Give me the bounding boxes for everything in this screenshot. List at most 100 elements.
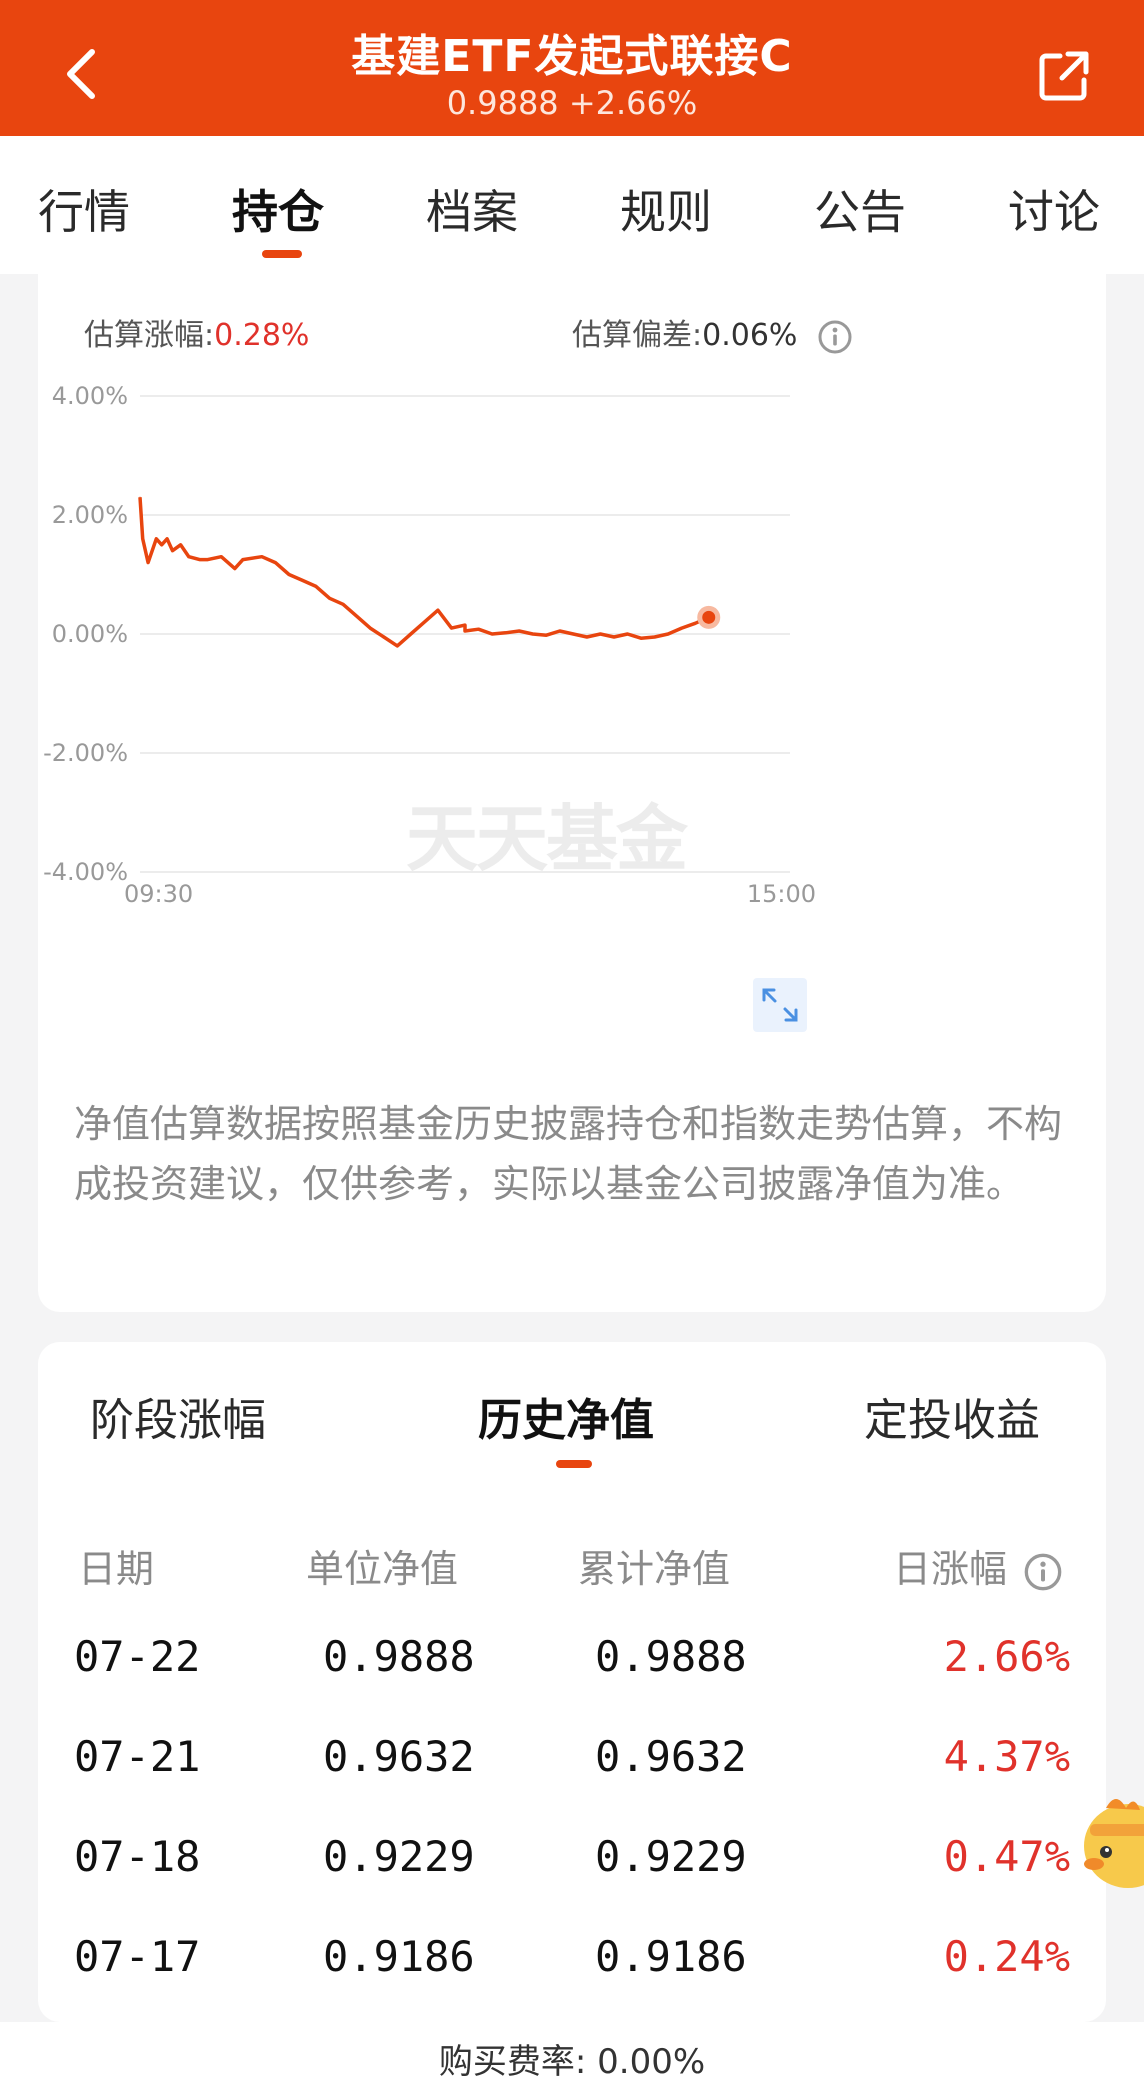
data-point xyxy=(199,559,201,561)
data-point xyxy=(155,538,157,540)
daily-change-label: 日涨幅 xyxy=(893,1547,1008,1591)
data-point xyxy=(180,544,182,546)
subtab-sip-return[interactable]: 定投收益 xyxy=(864,1384,1040,1448)
row-daily-change: 2.66% xyxy=(943,1632,1070,1681)
table-row[interactable]: 07-22 0.9888 0.9888 2.66% xyxy=(38,1632,1106,1732)
column-header-acc-nav: 累计净值 xyxy=(578,1547,731,1591)
row-unit-nav: 0.9888 xyxy=(323,1632,475,1681)
history-card: 阶段涨幅 历史净值 定投收益 日期 单位净值 累计净值 日涨幅 07-22 0.… xyxy=(38,1342,1106,2022)
estimate-series-line xyxy=(138,497,710,648)
footer-bar: 购买费率: 0.00% xyxy=(0,2022,1144,2093)
data-point xyxy=(161,544,163,546)
tab-profile[interactable]: 档案 xyxy=(426,176,518,242)
row-unit-nav: 0.9186 xyxy=(323,1932,475,1981)
row-date: 07-18 xyxy=(74,1832,201,1881)
data-point xyxy=(207,559,209,561)
fund-nav-summary: 0.9888 +2.66% xyxy=(0,84,1144,122)
data-point xyxy=(491,633,493,635)
nav-change: +2.66% xyxy=(568,84,698,122)
data-point xyxy=(423,621,425,623)
data-point xyxy=(450,627,452,629)
table-row[interactable]: 07-21 0.9632 0.9632 4.37% xyxy=(38,1732,1106,1832)
info-icon[interactable] xyxy=(817,319,853,355)
share-button[interactable] xyxy=(1032,44,1096,108)
data-point xyxy=(599,633,601,635)
data-point xyxy=(369,627,371,629)
latest-point-marker xyxy=(697,605,721,629)
data-point xyxy=(627,633,628,635)
row-acc-nav: 0.9888 xyxy=(595,1632,747,1681)
row-acc-nav: 0.9186 xyxy=(595,1932,747,1981)
tab-announcements[interactable]: 公告 xyxy=(814,176,906,242)
nav-value: 0.9888 xyxy=(446,84,559,122)
estimate-chart: 4.00% 2.00% 0.00% -2.00% -4.00% 09:30 15:00 天… xyxy=(43,382,816,1032)
info-icon[interactable] xyxy=(1023,1552,1063,1592)
row-acc-nav: 0.9632 xyxy=(595,1732,747,1781)
y-tick-label: 2.00% xyxy=(52,501,128,529)
estimate-disclaimer: 净值估算数据按照基金历史披露持仓和指数走势估算，不构成投资建议，仅供参考，实际以… xyxy=(74,1102,1063,1206)
x-tick-label: 15:00 xyxy=(747,880,816,908)
data-point xyxy=(329,597,331,599)
data-point xyxy=(545,634,547,636)
data-point xyxy=(654,636,656,638)
data-point xyxy=(172,550,173,552)
y-tick-label: -4.00% xyxy=(43,858,128,886)
estimate-deviation-value: 0.06% xyxy=(702,318,798,353)
estimate-change-label: 估算涨幅: xyxy=(84,318,215,353)
row-acc-nav: 0.9229 xyxy=(595,1832,747,1881)
tab-rules[interactable]: 规则 xyxy=(620,176,712,242)
tab-market[interactable]: 行情 xyxy=(38,176,130,242)
share-icon xyxy=(1039,51,1089,101)
data-point xyxy=(694,622,696,624)
data-point xyxy=(242,559,244,561)
data-point xyxy=(640,637,642,639)
expand-chart-button[interactable] xyxy=(753,978,807,1032)
mascot-assistant-icon[interactable] xyxy=(1076,1786,1144,1896)
data-point xyxy=(396,645,398,647)
data-point xyxy=(464,624,466,626)
data-point xyxy=(437,609,439,611)
y-tick-label: -2.00% xyxy=(43,739,128,767)
data-point xyxy=(356,615,358,617)
table-row[interactable]: 07-18 0.9229 0.9229 0.47% xyxy=(38,1832,1106,1932)
tab-discussion[interactable]: 讨论 xyxy=(1008,176,1100,242)
data-point xyxy=(142,538,144,540)
row-daily-change: 0.47% xyxy=(943,1832,1070,1881)
subtab-period-return[interactable]: 阶段涨幅 xyxy=(90,1384,266,1448)
row-date: 07-21 xyxy=(74,1732,201,1781)
estimate-change: 估算涨幅:0.28% xyxy=(84,310,309,354)
table-row[interactable]: 07-17 0.9186 0.9186 0.24% xyxy=(38,1932,1106,2032)
data-point xyxy=(342,603,344,605)
purchase-fee: 购买费率: 0.00% xyxy=(0,2034,1144,2083)
row-unit-nav: 0.9229 xyxy=(323,1832,475,1881)
tab-holdings[interactable]: 持仓 xyxy=(232,176,324,242)
data-point xyxy=(667,633,669,635)
data-point xyxy=(681,627,683,629)
x-tick-label: 09:30 xyxy=(124,880,193,908)
active-subtab-indicator xyxy=(556,1460,592,1468)
subtab-history-nav[interactable]: 历史净值 xyxy=(478,1384,654,1448)
column-header-date: 日期 xyxy=(78,1547,155,1591)
data-point xyxy=(302,579,303,581)
fund-title: 基建ETF发起式联接C xyxy=(351,31,793,82)
data-point xyxy=(166,538,168,540)
data-point xyxy=(139,496,141,498)
row-daily-change: 4.37% xyxy=(943,1732,1070,1781)
row-unit-nav: 0.9632 xyxy=(323,1732,475,1781)
row-date: 07-17 xyxy=(74,1932,201,1981)
column-header-unit-nav: 单位净值 xyxy=(306,1547,459,1591)
data-point xyxy=(613,636,615,638)
data-point xyxy=(234,568,236,570)
data-point xyxy=(532,633,534,635)
row-date: 07-22 xyxy=(74,1632,201,1681)
row-daily-change: 0.24% xyxy=(943,1932,1070,1981)
data-point xyxy=(505,632,507,634)
data-point xyxy=(261,556,263,558)
data-point xyxy=(559,630,561,632)
main-tabs: 行情 持仓 档案 规则 公告 讨论 xyxy=(0,136,1144,274)
y-tick-label: 4.00% xyxy=(52,382,128,410)
estimate-card: 估算涨幅:0.28% 估算偏差:0.06% 4.00% 2.00% 0.00% -2.… xyxy=(38,274,1106,1312)
estimate-deviation-label: 估算偏差: xyxy=(572,318,703,353)
data-point xyxy=(464,630,466,632)
app-header: 基建ETF发起式联接C 0.9888 +2.66% xyxy=(0,0,1144,136)
